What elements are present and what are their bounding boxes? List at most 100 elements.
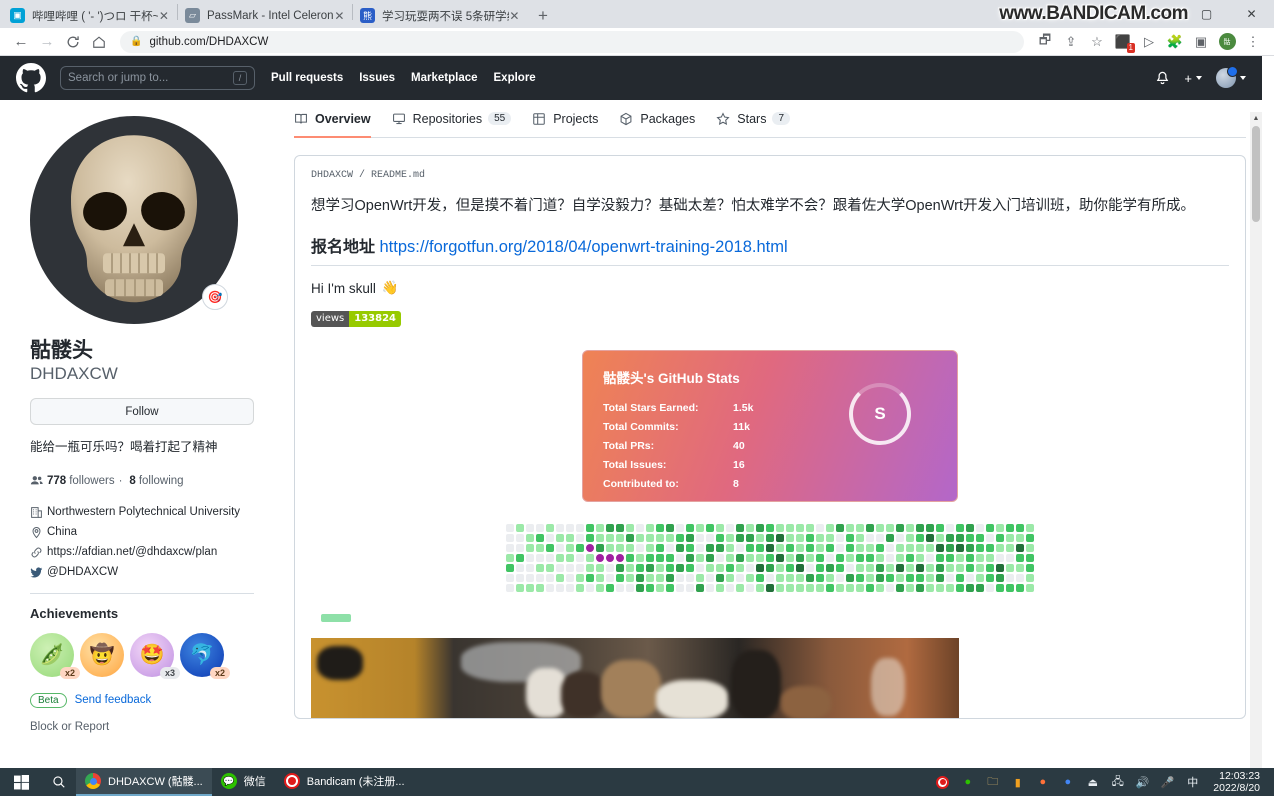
contribution-cell[interactable]: [666, 573, 674, 582]
contribution-cell[interactable]: [516, 533, 524, 542]
contribution-cell[interactable]: [906, 523, 914, 532]
contribution-cell[interactable]: [846, 583, 854, 592]
contribution-cell[interactable]: [506, 533, 514, 542]
contribution-cell[interactable]: [586, 523, 594, 532]
contribution-cell[interactable]: [816, 583, 824, 592]
achievement-badge[interactable]: 🤩 x3: [130, 632, 180, 679]
contribution-cell[interactable]: [716, 573, 724, 582]
contribution-cell[interactable]: [776, 543, 784, 552]
contribution-cell[interactable]: [646, 573, 654, 582]
contribution-cell[interactable]: [826, 583, 834, 592]
contribution-cell[interactable]: [966, 583, 974, 592]
contribution-cell[interactable]: [736, 543, 744, 552]
contribution-cell[interactable]: [606, 533, 614, 542]
contribution-cell[interactable]: [616, 523, 624, 532]
contribution-cell[interactable]: [706, 533, 714, 542]
contribution-cell[interactable]: [796, 553, 804, 562]
contribution-cell[interactable]: [986, 523, 994, 532]
contribution-cell[interactable]: [996, 523, 1004, 532]
contribution-cell[interactable]: [606, 543, 614, 552]
contribution-cell[interactable]: [876, 543, 884, 552]
chrome-tray-icon[interactable]: ●: [1058, 773, 1077, 792]
contribution-cell[interactable]: [706, 543, 714, 552]
contribution-cell[interactable]: [966, 533, 974, 542]
contribution-cell[interactable]: [846, 563, 854, 572]
contribution-cell[interactable]: [626, 573, 634, 582]
contribution-cell[interactable]: [866, 583, 874, 592]
contribution-cell[interactable]: [646, 523, 654, 532]
network-icon[interactable]: 🖧: [1108, 773, 1127, 792]
contribution-snake-cell[interactable]: [596, 553, 604, 562]
following-count[interactable]: 8: [129, 475, 135, 487]
taskbar-clock[interactable]: 12:03:23 2022/8/20: [1213, 770, 1266, 794]
contribution-cell[interactable]: [836, 533, 844, 542]
contribution-cell[interactable]: [906, 553, 914, 562]
contribution-cell[interactable]: [576, 573, 584, 582]
contribution-cell[interactable]: [866, 523, 874, 532]
page-scrollbar[interactable]: ▲ ▼: [1250, 112, 1262, 768]
contribution-cell[interactable]: [756, 553, 764, 562]
contribution-cell[interactable]: [906, 573, 914, 582]
contribution-cell[interactable]: [726, 583, 734, 592]
contribution-cell[interactable]: [886, 523, 894, 532]
contribution-cell[interactable]: [986, 543, 994, 552]
contribution-cell[interactable]: [806, 543, 814, 552]
contribution-cell[interactable]: [686, 583, 694, 592]
contribution-cell[interactable]: [956, 533, 964, 542]
contribution-cell[interactable]: [876, 523, 884, 532]
contribution-cell[interactable]: [556, 523, 564, 532]
extension-puzzle-icon[interactable]: 🧩: [1162, 29, 1188, 55]
contribution-cell[interactable]: [726, 563, 734, 572]
contribution-cell[interactable]: [746, 533, 754, 542]
contribution-cell[interactable]: [526, 543, 534, 552]
contribution-cell[interactable]: [816, 533, 824, 542]
contribution-cell[interactable]: [876, 553, 884, 562]
contribution-cell[interactable]: [996, 553, 1004, 562]
contribution-cell[interactable]: [736, 583, 744, 592]
contribution-cell[interactable]: [546, 533, 554, 542]
contribution-cell[interactable]: [836, 563, 844, 572]
contribution-cell[interactable]: [856, 553, 864, 562]
contribution-cell[interactable]: [716, 543, 724, 552]
contribution-cell[interactable]: [506, 573, 514, 582]
contribution-cell[interactable]: [916, 543, 924, 552]
contribution-cell[interactable]: [866, 533, 874, 542]
contribution-cell[interactable]: [1006, 563, 1014, 572]
contribution-cell[interactable]: [936, 523, 944, 532]
tab-close-icon[interactable]: ✕: [158, 10, 170, 22]
contribution-cell[interactable]: [816, 563, 824, 572]
contribution-cell[interactable]: [636, 523, 644, 532]
contribution-cell[interactable]: [566, 543, 574, 552]
contribution-cell[interactable]: [846, 553, 854, 562]
contribution-cell[interactable]: [716, 553, 724, 562]
contribution-cell[interactable]: [676, 573, 684, 582]
contribution-cell[interactable]: [676, 533, 684, 542]
contribution-cell[interactable]: [626, 583, 634, 592]
scrollbar-thumb[interactable]: [1252, 126, 1260, 222]
forward-icon[interactable]: →: [34, 29, 60, 55]
contribution-cell[interactable]: [946, 553, 954, 562]
tab-close-icon[interactable]: ✕: [509, 10, 520, 22]
tab-projects[interactable]: Projects: [532, 100, 598, 138]
contribution-cell[interactable]: [636, 533, 644, 542]
contribution-cell[interactable]: [606, 583, 614, 592]
contribution-cell[interactable]: [996, 543, 1004, 552]
share-icon[interactable]: ⇪: [1058, 29, 1084, 55]
contribution-cell[interactable]: [726, 573, 734, 582]
contribution-cell[interactable]: [976, 553, 984, 562]
contribution-cell[interactable]: [806, 533, 814, 542]
contribution-cell[interactable]: [756, 563, 764, 572]
contribution-cell[interactable]: [646, 563, 654, 572]
contribution-cell[interactable]: [806, 553, 814, 562]
contribution-cell[interactable]: [856, 523, 864, 532]
contribution-cell[interactable]: [626, 563, 634, 572]
contribution-cell[interactable]: [896, 583, 904, 592]
contribution-cell[interactable]: [906, 543, 914, 552]
contribution-cell[interactable]: [806, 523, 814, 532]
contribution-cell[interactable]: [996, 573, 1004, 582]
contribution-cell[interactable]: [756, 533, 764, 542]
contribution-cell[interactable]: [586, 573, 594, 582]
contribution-cell[interactable]: [576, 553, 584, 562]
back-icon[interactable]: ←: [8, 29, 34, 55]
contribution-cell[interactable]: [726, 553, 734, 562]
